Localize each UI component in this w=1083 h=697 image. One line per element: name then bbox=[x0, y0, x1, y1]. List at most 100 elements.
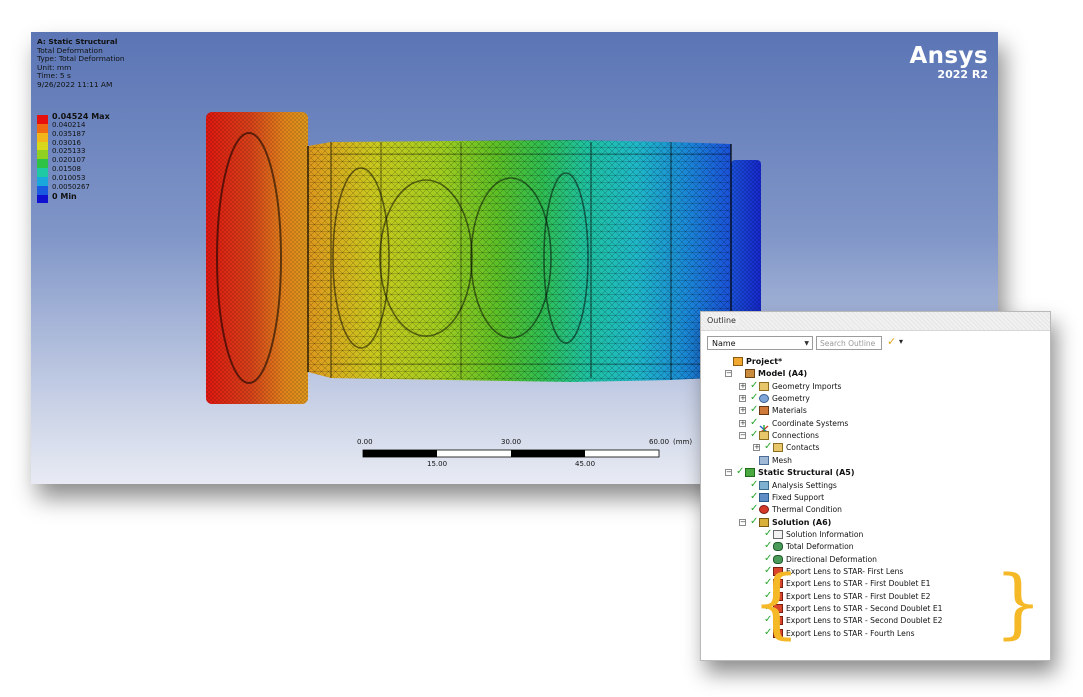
tree-node-label: Materials bbox=[772, 406, 807, 416]
status-check-icon: ✓ bbox=[750, 404, 759, 416]
scale-label-0: 0.00 bbox=[357, 438, 373, 446]
tree-node-label: Coordinate Systems bbox=[772, 418, 849, 428]
logo-version: 2022 R2 bbox=[937, 68, 988, 81]
legend-swatch bbox=[37, 150, 48, 160]
contacts-icon bbox=[773, 443, 783, 453]
status-check-icon: ✓ bbox=[750, 478, 759, 490]
scale-label-30: 30.00 bbox=[501, 438, 522, 446]
connections-icon bbox=[759, 431, 769, 441]
tree-node-label: Geometry bbox=[772, 394, 810, 404]
search-outline-input[interactable] bbox=[816, 336, 882, 350]
solution-information-icon bbox=[773, 529, 783, 539]
outline-title-bar: Outline bbox=[701, 312, 1050, 331]
legend-label: 0.03016 bbox=[52, 138, 81, 147]
tree-node-label: Fixed Support bbox=[772, 492, 825, 502]
status-check-icon: ✓ bbox=[750, 503, 759, 515]
status-check-icon: ✓ bbox=[750, 490, 759, 502]
legend-swatch bbox=[37, 176, 48, 186]
scale-label-60: 60.00 bbox=[649, 438, 670, 446]
status-check-icon: ✓ bbox=[750, 429, 759, 441]
ansys-logo: Ansys 2022 R2 bbox=[909, 44, 988, 81]
tree-node-label: Export Lens to STAR - Second Doublet E1 bbox=[786, 604, 943, 613]
expand-icon[interactable]: + bbox=[739, 395, 746, 403]
model-icon bbox=[745, 369, 755, 379]
status-check-icon: ✓ bbox=[764, 441, 773, 453]
geometry-imports-icon bbox=[759, 381, 769, 391]
legend-label: 0.01508 bbox=[52, 165, 81, 174]
result-timestamp: 9/26/2022 11:11 AM bbox=[37, 79, 113, 89]
result-info-block: A: Static Structural Total Deformation T… bbox=[37, 37, 125, 90]
tree-node-label: Thermal Condition bbox=[772, 505, 842, 515]
tree-node-label: Solution (A6) bbox=[772, 517, 832, 527]
left-brace: { bbox=[752, 558, 801, 647]
legend-swatch bbox=[37, 132, 48, 142]
total-deformation-icon bbox=[773, 542, 783, 552]
fixed-support-icon bbox=[759, 492, 769, 502]
legend-label: 0 Min bbox=[52, 191, 77, 201]
expand-icon[interactable]: + bbox=[753, 444, 760, 452]
expand-icon[interactable]: + bbox=[739, 382, 746, 390]
legend-label: 0.010053 bbox=[52, 173, 86, 182]
collapse-icon[interactable]: − bbox=[739, 432, 746, 440]
tree-node-label: Project* bbox=[746, 357, 783, 366]
status-check-icon: ✓ bbox=[750, 416, 759, 428]
expand-icon[interactable]: + bbox=[739, 407, 746, 415]
right-brace: } bbox=[994, 558, 1043, 647]
lens-body bbox=[206, 112, 761, 404]
status-check-icon: ✓ bbox=[750, 392, 759, 404]
tree-node-label: Mesh bbox=[772, 455, 792, 465]
status-check-icon: ✓ bbox=[750, 515, 759, 527]
legend-label: 0.040214 bbox=[52, 120, 86, 129]
tree-node-label: Static Structural (A5) bbox=[758, 468, 855, 478]
outline-title: Outline bbox=[707, 316, 739, 325]
filter-dropdown-icon[interactable]: ▾ bbox=[899, 337, 903, 346]
geometry-icon bbox=[759, 394, 769, 404]
tree-node-label: Contacts bbox=[786, 443, 820, 453]
tree-node-label: Export Lens to STAR - Fourth Lens bbox=[786, 628, 915, 638]
filter-chevron-icon[interactable]: ✓ bbox=[887, 335, 896, 348]
legend-swatch bbox=[37, 141, 48, 151]
filter-select[interactable]: Name ▼ bbox=[707, 336, 813, 350]
mesh-icon bbox=[759, 455, 769, 465]
legend-swatch bbox=[37, 194, 48, 204]
scale-label-15: 15.00 bbox=[427, 460, 448, 468]
collapse-icon[interactable]: − bbox=[739, 518, 746, 526]
legend-swatch bbox=[37, 115, 48, 124]
logo-brand: Ansys bbox=[909, 43, 988, 69]
collapse-icon[interactable]: − bbox=[725, 469, 732, 477]
coordinate-systems-icon bbox=[759, 419, 769, 434]
legend-label: 0.020107 bbox=[52, 156, 86, 165]
tree-node-label: Solution Information bbox=[786, 529, 864, 539]
legend-label: 0.025133 bbox=[52, 147, 86, 156]
outline-toolbar: Name ▼ ✓ ▾ bbox=[707, 335, 1037, 352]
status-check-icon: ✓ bbox=[764, 527, 773, 539]
tree-node-label: Model (A4) bbox=[758, 369, 808, 379]
tree-node-label: Export Lens to STAR - Second Doublet E2 bbox=[786, 616, 943, 626]
solution-icon bbox=[759, 517, 769, 527]
legend-swatch bbox=[37, 159, 48, 169]
legend-swatch bbox=[37, 168, 48, 177]
status-check-icon: ✓ bbox=[750, 379, 759, 391]
tree-node-label: Geometry Imports bbox=[772, 381, 842, 391]
scale-label-45: 45.00 bbox=[575, 460, 596, 468]
scale-unit: (mm) bbox=[673, 438, 693, 446]
tree-node-label: Export Lens to STAR - First Doublet E2 bbox=[786, 591, 931, 601]
tree-node-label: Export Lens to STAR- First Lens bbox=[786, 566, 904, 576]
status-check-icon: ✓ bbox=[736, 466, 745, 478]
expand-icon[interactable]: + bbox=[739, 419, 746, 427]
collapse-icon[interactable]: − bbox=[725, 370, 732, 378]
tree-node-label: Connections bbox=[772, 431, 819, 441]
legend-label: 0.035187 bbox=[52, 129, 86, 138]
legend-label: 0.0050267 bbox=[52, 182, 90, 191]
tree-node-label: Export Lens to STAR - First Doublet E1 bbox=[786, 579, 931, 589]
static-structural-icon bbox=[745, 468, 755, 478]
legend-swatch bbox=[37, 185, 48, 195]
project-icon bbox=[733, 357, 743, 366]
thermal-condition-icon bbox=[759, 505, 769, 515]
materials-icon bbox=[759, 406, 769, 416]
legend-swatch bbox=[37, 123, 48, 133]
analysis-settings-icon bbox=[759, 480, 769, 490]
tree-node-label: Total Deformation bbox=[786, 542, 854, 552]
legend-label: 0.04524 Max bbox=[52, 112, 110, 121]
scale-bar: 0.00 30.00 60.00 (mm) 15.00 45.00 bbox=[357, 436, 711, 476]
